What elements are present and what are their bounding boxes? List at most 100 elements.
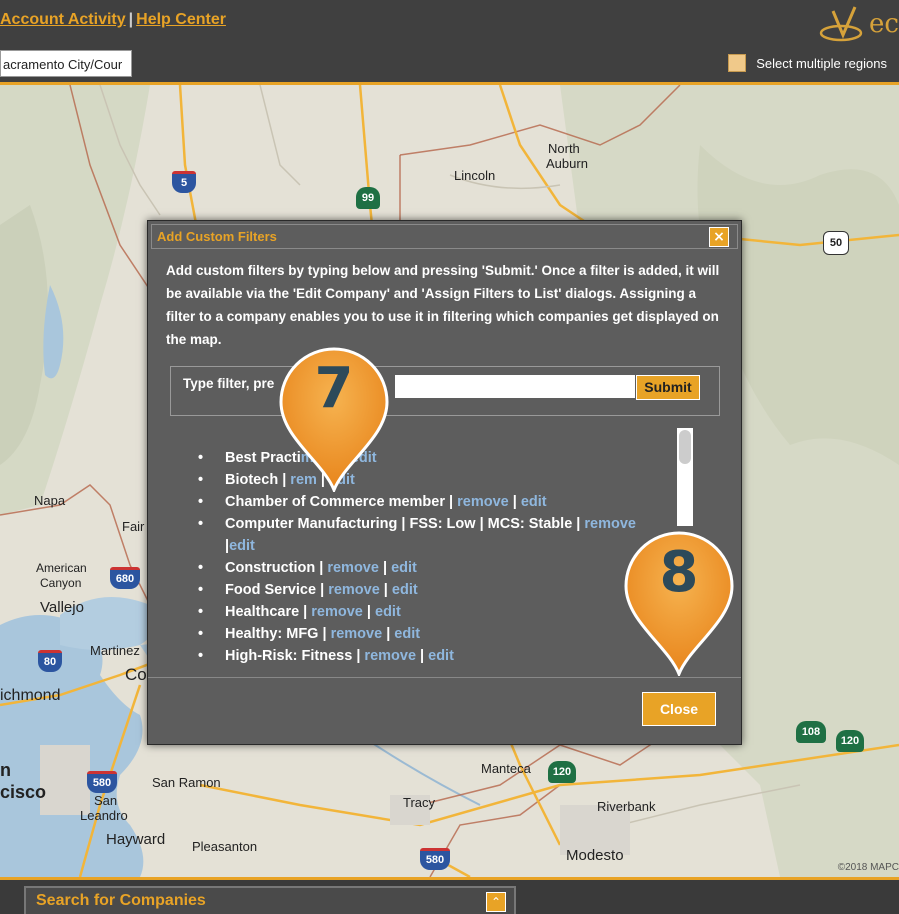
map-label-pleasanton: Pleasanton [192,839,258,854]
filter-name: Construction [225,560,316,576]
filter-remove-link[interactable]: remove [311,604,363,620]
close-button[interactable]: Close [642,692,716,726]
filter-separator: | [379,582,392,598]
interstate-680-shield-icon: 680 [110,567,140,589]
filter-separator: | [318,626,331,642]
filter-name: Computer Manufacturing | FSS: Low | MCS:… [225,516,573,532]
filter-remove-link[interactable]: remove [331,626,383,642]
map-label-canyon: Canyon [40,576,82,590]
map-label-san-francisco-1: n [0,760,11,780]
region-select[interactable]: acramento City/Cour [0,50,132,77]
filter-name: High-Risk: Fitness [225,648,353,664]
filter-item: Best Practimove | edit [198,447,658,469]
multi-region-toggle[interactable]: Select multiple regions [728,54,887,72]
expand-panel-button[interactable]: ⌃ [486,892,506,912]
filter-separator: | [416,648,429,664]
filter-item: Healthcare | remove | edit [198,601,658,623]
filter-edit-link[interactable]: edit [392,582,418,598]
callout-marker-8: 8 [618,526,740,676]
filter-input-label: Type filter, pre [183,376,275,391]
filter-remove-link[interactable]: remove [327,560,379,576]
filter-list: Best Practimove | edit Biotech | rem | e… [198,447,658,667]
map-label-san-ramon: San Ramon [152,775,221,790]
dialog-close-x-button[interactable]: × [709,227,729,247]
filter-remove-link[interactable]: remove [364,648,416,664]
filter-edit-link[interactable]: edit [391,560,417,576]
interstate-580-south-shield-icon: 580 [420,848,450,870]
map-label-auburn: Auburn [546,156,588,171]
dialog-description: Add custom filters by typing below and p… [166,263,720,347]
map-label-napa: Napa [34,493,66,508]
filter-item: Food Service | remove | edit [198,579,658,601]
account-activity-link[interactable]: Account Activity [0,11,126,28]
filter-item: Chamber of Commerce member | remove | ed… [198,491,658,513]
map-copyright: ©2018 MAPC [837,862,899,873]
map-label-co: Co [125,665,147,684]
filter-name: Chamber of Co [225,494,329,510]
filter-separator: | [352,648,365,664]
filter-edit-link[interactable]: edit [521,494,547,510]
chevron-up-icon: ⌃ [490,895,502,909]
map-label-martinez: Martinez [90,643,140,658]
filter-item: Construction | remove | edit [198,557,658,579]
filter-separator: | [362,604,375,620]
callout-number: 7 [314,356,354,421]
map-label-san: San [94,793,118,808]
filter-edit-link[interactable]: edit [428,648,454,664]
callout-marker-7: 7 [273,342,395,492]
filter-item: Healthy: MFG | remove | edit [198,623,658,645]
top-header: Account Activity | Help Center ec [0,0,899,44]
map-label-hayward: Hayward [106,831,166,848]
filter-remove-link[interactable]: remove [457,494,509,510]
filter-separator: | [299,604,312,620]
map-label-richmond: ichmond [0,687,61,704]
us-50-shield-icon: 50 [823,231,849,255]
filter-edit-link[interactable]: edit [375,604,401,620]
logo-mark-icon [819,6,863,42]
map-label-lincoln: Lincoln [454,168,496,183]
ca-120-shield-icon: 120 [548,761,576,783]
filter-item: Biotech | rem | edit [198,469,658,491]
header-separator: | [128,11,134,28]
map-label-riverbank: Riverbank [597,799,656,814]
interstate-80-shield-icon: 80 [38,650,62,672]
dialog-divider [148,677,741,678]
ca-120-east-shield-icon: 120 [836,730,864,752]
help-center-link[interactable]: Help Center [136,11,226,28]
logo[interactable]: ec [819,4,899,44]
filter-separator: | [572,516,585,532]
filter-item: Computer Manufacturing | FSS: Low | MCS:… [198,513,658,557]
map-label-american: American [36,561,87,575]
scrollbar-thumb[interactable] [679,430,691,464]
search-companies-title: Search for Companies [36,892,206,909]
dialog-titlebar: Add Custom Filters × [151,224,738,249]
add-filter-form: Type filter, pre Submit [170,366,720,416]
dialog-title: Add Custom Filters [157,229,277,244]
filter-separator: mmerce member | [328,494,458,510]
filter-separator: | [378,560,392,576]
multi-region-checkbox[interactable] [728,54,747,72]
map-label-tracy: Tracy [403,795,436,810]
map-label-san-francisco-2: cisco [0,782,47,802]
search-companies-panel[interactable]: Search for Companies ⌃ [24,886,516,914]
callout-number: 8 [659,540,699,605]
filter-edit-link[interactable]: edit [394,626,420,642]
multi-region-label: Select multiple regions [756,55,887,71]
filter-separator: | [382,626,395,642]
filter-input[interactable] [395,375,635,398]
map-label-manteca: Manteca [481,761,531,776]
filter-list-scrollbar[interactable] [677,428,693,526]
filter-name: Healthy: MFG [225,626,319,642]
interstate-580-shield-icon: 580 [87,771,117,793]
close-icon: × [713,229,725,245]
logo-text: ec [869,9,899,39]
filter-separator: | [315,560,328,576]
region-toolbar: acramento City/Cour Select multiple regi… [0,44,899,85]
map-label-modesto: Modesto [566,847,624,864]
map-label-fair: Fair [122,519,145,534]
filter-remove-link[interactable]: remove [328,582,380,598]
filter-edit-link[interactable]: edit [229,538,255,554]
ca-99-shield-icon: 99 [356,187,380,209]
submit-button[interactable]: Submit [636,375,700,400]
filter-item: High-Risk: Fitness | remove | edit [198,645,658,667]
